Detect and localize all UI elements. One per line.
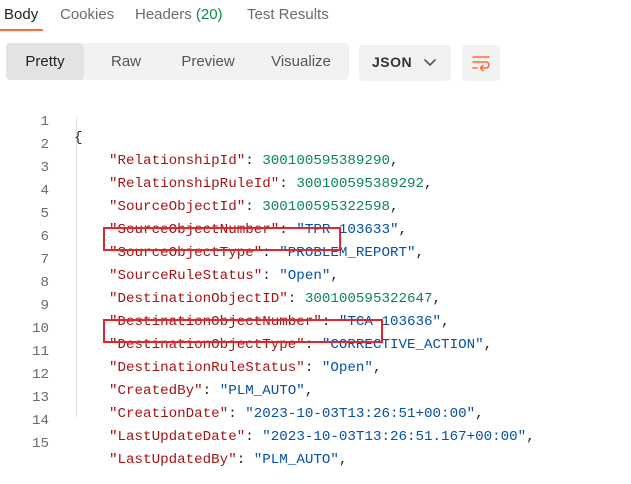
code-line: 14 "LastUpdateDate": "2023-10-03T13:26:5…: [0, 397, 631, 445]
tab-body[interactable]: Body: [4, 6, 38, 23]
code-line: 5 "SourceObjectNumber": "TPR 103633",: [0, 190, 631, 238]
highlight-box-source-rule-status: [103, 227, 341, 251]
format-select-value: JSON: [372, 54, 413, 70]
view-pretty-button[interactable]: Pretty: [6, 43, 84, 80]
code-line: 8 "DestinationObjectID": 300100595322647…: [0, 259, 631, 307]
view-mode-group: Pretty Raw Preview Visualize: [6, 43, 349, 80]
headers-count-badge: (20): [195, 6, 223, 23]
view-visualize-button[interactable]: Visualize: [256, 43, 346, 80]
response-tabs: Body Cookies Headers (20) Test Results: [0, 0, 631, 31]
tab-label: Cookies: [60, 6, 115, 23]
json-key: "LastUpdatedBy": [109, 452, 237, 468]
code-line: 9 "DestinationObjectNumber": "TCA 103636…: [0, 282, 631, 330]
wrap-lines-button[interactable]: [462, 45, 500, 81]
code-line: 2 "RelationshipId": 300100595389290,: [0, 121, 631, 169]
tab-label: Test Results: [247, 6, 329, 23]
active-tab-indicator: [0, 29, 43, 31]
tab-test-results[interactable]: Test Results: [247, 6, 329, 23]
tab-cookies[interactable]: Cookies: [60, 6, 114, 23]
code-line: 1 {: [0, 98, 631, 146]
chevron-down-icon: [423, 55, 437, 69]
code-line: 13 "CreationDate": "2023-10-03T13:26:51+…: [0, 374, 631, 422]
view-raw-button[interactable]: Raw: [90, 43, 162, 80]
code-line: 12 "CreatedBy": "PLM_AUTO",: [0, 351, 631, 399]
tab-label: Body: [4, 6, 39, 23]
code-line: 4 "SourceObjectId": 300100595322598,: [0, 167, 631, 215]
json-value: "PLM_AUTO": [253, 452, 339, 468]
code-line: 15 "LastUpdatedBy": "PLM_AUTO",: [0, 420, 631, 468]
tab-label: Headers: [135, 6, 192, 23]
json-response-viewer[interactable]: 1 { 2 "RelationshipId": 300100595389290,…: [0, 95, 631, 475]
format-select[interactable]: JSON: [359, 45, 451, 81]
tab-headers[interactable]: Headers (20): [135, 6, 223, 23]
view-preview-button[interactable]: Preview: [164, 43, 252, 80]
highlight-box-destination-rule-status: [103, 319, 383, 343]
code-line: 3 "RelationshipRuleId": 300100595389292,: [0, 144, 631, 192]
line-number: 15: [31, 436, 49, 452]
